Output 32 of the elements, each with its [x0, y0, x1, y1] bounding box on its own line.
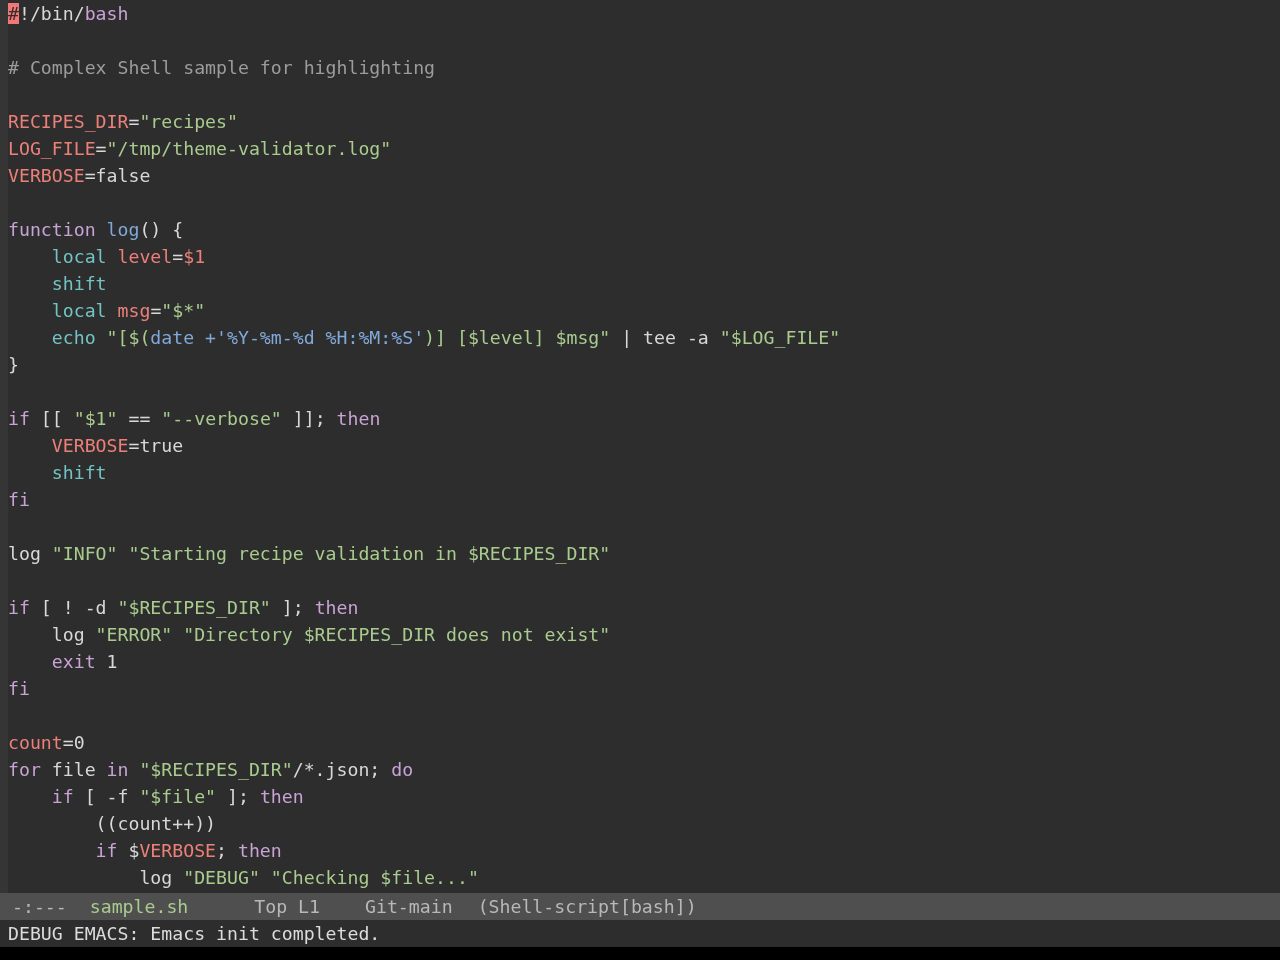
code-line: #!/bin/bash	[8, 2, 130, 26]
code-line: VERBOSE=true	[50, 434, 185, 458]
code-line: }	[8, 353, 20, 377]
git-branch: Git-main	[365, 895, 453, 919]
code-line: if [[ "$1" == "--verbose" ]]; then	[8, 407, 382, 431]
code-line: if $VERBOSE; then	[94, 839, 283, 863]
code-line: shift	[50, 272, 108, 296]
echo-area-message: DEBUG EMACS: Emacs init completed.	[0, 920, 1280, 947]
code-line: if [ -f "$file" ]; then	[50, 785, 305, 809]
mode-status: -:---	[12, 895, 67, 919]
code-line: log "ERROR" "Directory $RECIPES_DIR does not exist"	[50, 623, 612, 647]
code-line: local level=$1	[50, 245, 207, 269]
code-line: if [ ! -d "$RECIPES_DIR" ]; then	[8, 596, 360, 620]
code-line: # Complex Shell sample for highlighting	[8, 56, 437, 80]
buffer-position: Top L1	[254, 895, 320, 919]
code-line: shift	[50, 461, 108, 485]
code-line: log "INFO" "Starting recipe validation in $RECIPES_DIR"	[8, 542, 612, 566]
code-line: VERBOSE=false	[8, 164, 152, 188]
code-line: count=0	[8, 731, 86, 755]
code-line: RECIPES_DIR="recipes"	[8, 110, 239, 134]
code-line: echo "[$(date +'%Y-%m-%d %H:%M:%S')] [$level] $msg" | tee -a "$LOG_FILE"	[50, 326, 842, 350]
major-mode: (Shell-script[bash])	[477, 895, 697, 919]
code-line: fi	[8, 488, 31, 512]
code-line: fi	[8, 677, 31, 701]
code-line: log "DEBUG" "Checking $file..."	[138, 866, 480, 890]
code-line: ((count++))	[94, 812, 218, 836]
code-line: function log() {	[8, 218, 185, 242]
code-line: LOG_FILE="/tmp/theme-validator.log"	[8, 137, 393, 161]
code-line: exit 1	[50, 650, 119, 674]
code-line: for file in "$RECIPES_DIR"/*.json; do	[8, 758, 415, 782]
buffer-name: sample.sh	[89, 895, 189, 919]
code-line: local msg="$*"	[50, 299, 207, 323]
